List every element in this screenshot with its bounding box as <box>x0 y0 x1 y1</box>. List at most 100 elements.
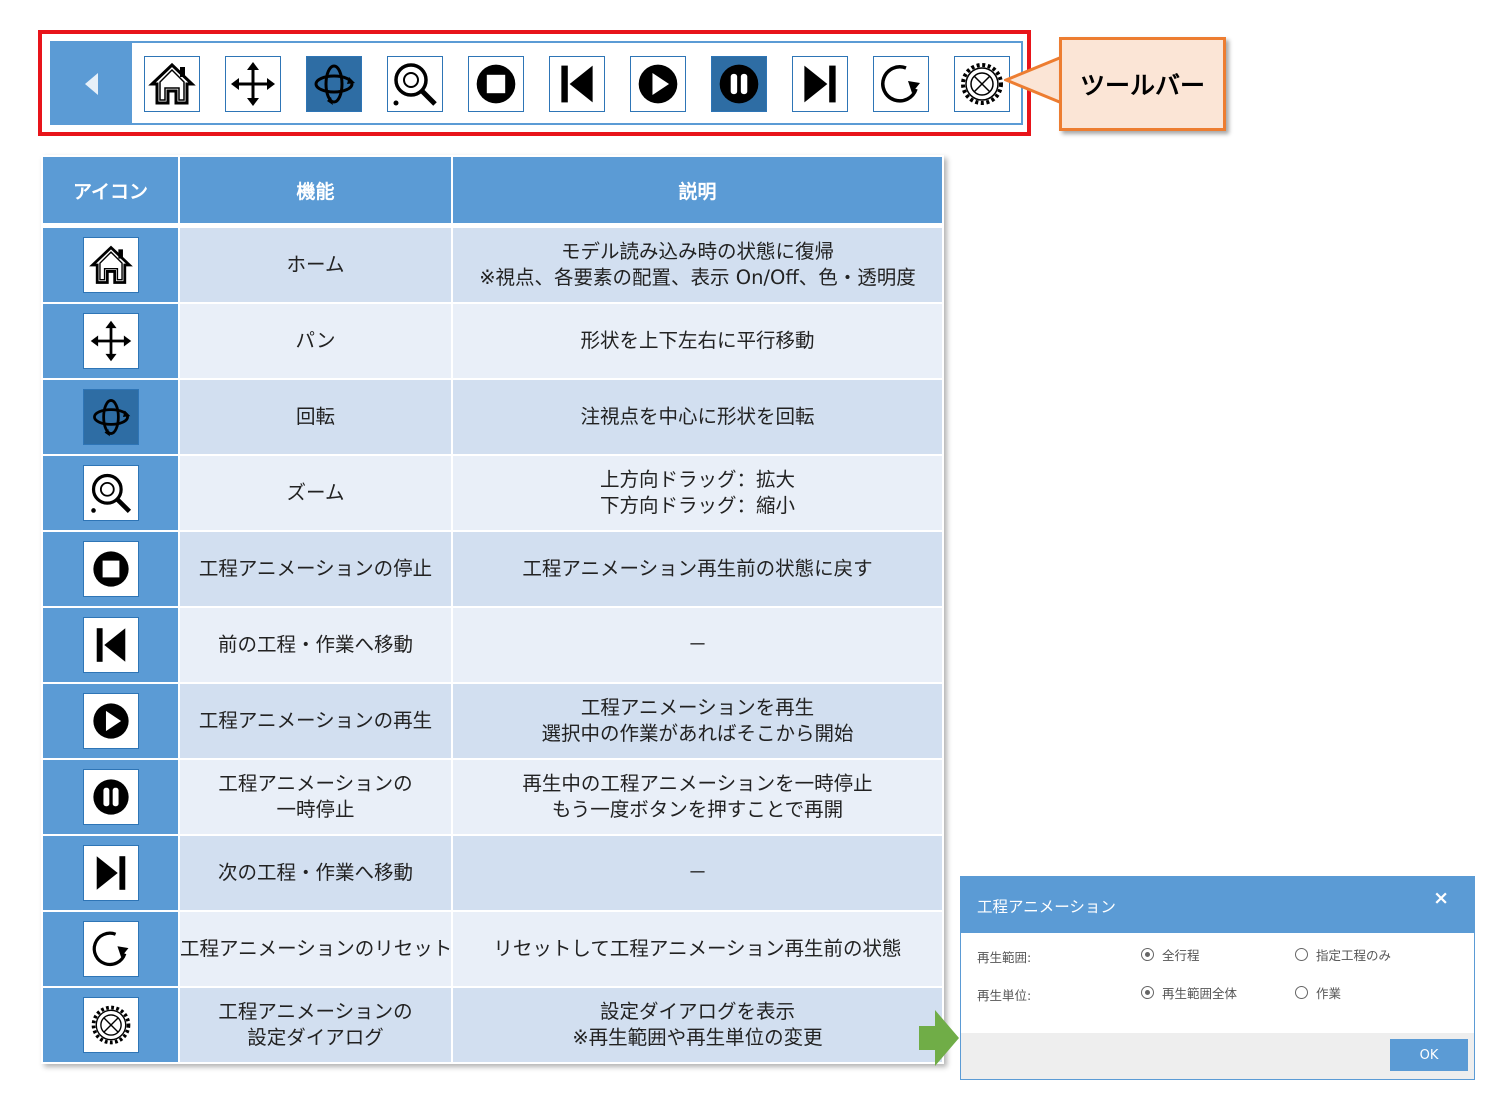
description-text: 工程アニメーション再生前の状態に戻す <box>522 557 873 580</box>
pan-arrows-icon <box>228 59 278 109</box>
next-step-button[interactable] <box>792 56 848 112</box>
range-option-specified-label: 指定工程のみ <box>1316 948 1392 963</box>
function-text: 前の工程・作業へ移動 <box>217 633 413 656</box>
function-text: 工程アニメーションの <box>218 1000 413 1023</box>
reset-button[interactable] <box>873 56 929 112</box>
unit-option-whole[interactable]: 再生範囲全体 <box>1141 983 1237 1002</box>
rotate-icon <box>309 59 359 109</box>
toolbar-legend-table: アイコン 機能 説明 ホーム モデル読み込み時の状態に復帰 ※視点、各要素の配置、… <box>41 155 944 1064</box>
table-row: 工程アニメーションの 設定ダイアログ 設定ダイアログを表示 ※再生範囲や再生単位の変… <box>41 986 944 1064</box>
radio-unchecked-icon <box>1295 948 1308 961</box>
dialog-header: 工程アニメーション × <box>961 877 1474 933</box>
description-text: 上方向ドラッグ：拡大 <box>599 468 795 491</box>
description-text: 選択中の作業があればそこから開始 <box>541 722 854 745</box>
zoom-icon <box>390 59 440 109</box>
animation-settings-dialog: 工程アニメーション × 再生範囲: 全行程 指定工程のみ 再生単位: 再生範囲全… <box>960 876 1475 1080</box>
description-text: モデル読み込み時の状態に復帰 <box>560 240 834 263</box>
toolbar-collapse-button[interactable] <box>52 43 132 123</box>
description-text: － <box>687 633 708 656</box>
unit-option-task[interactable]: 作業 <box>1295 983 1341 1002</box>
stop-button[interactable] <box>468 56 524 112</box>
dialog-title: 工程アニメーション <box>977 898 1116 916</box>
settings-gear-icon <box>82 997 139 1053</box>
function-text: 工程アニメーションのリセット <box>180 937 453 960</box>
home-icon <box>82 237 139 293</box>
radio-checked-icon <box>1141 986 1154 999</box>
chevron-left-icon <box>85 73 98 95</box>
range-option-all-label: 全行程 <box>1162 948 1200 963</box>
rotate-icon <box>82 389 139 445</box>
settings-button[interactable] <box>954 56 1010 112</box>
skip-next-icon <box>797 61 843 107</box>
pan-arrows-icon <box>82 313 139 369</box>
function-text: ズーム <box>286 481 345 504</box>
settings-gear-icon <box>957 59 1007 109</box>
function-text: 工程アニメーションの <box>218 772 413 795</box>
play-button[interactable] <box>630 56 686 112</box>
table-row: 工程アニメーションの再生 工程アニメーションを再生選択中の作業があればそこから開… <box>41 682 944 760</box>
table-row: 工程アニメーションの 一時停止 再生中の工程アニメーションを一時停止 もう一度ボタン… <box>41 758 944 836</box>
function-text: 工程アニメーションの停止 <box>198 557 433 580</box>
stop-icon <box>473 61 519 107</box>
description-text: もう一度ボタンを押すことで再開 <box>551 798 844 821</box>
description-text: － <box>687 861 708 884</box>
skip-next-icon <box>82 845 139 901</box>
toolbar-highlight-frame <box>38 30 1031 136</box>
table-row: ホーム モデル読み込み時の状態に復帰 ※視点、各要素の配置、表示 On/Off、色… <box>41 224 944 304</box>
pause-button[interactable] <box>711 56 767 112</box>
header-function: 機能 <box>178 155 453 228</box>
stop-icon <box>82 541 139 597</box>
rotate-button[interactable] <box>306 56 362 112</box>
pan-button[interactable] <box>225 56 281 112</box>
skip-previous-icon <box>82 617 139 673</box>
description-text: 下方向ドラッグ：縮小 <box>599 494 795 517</box>
table-row: 前の工程・作業へ移動 － <box>41 606 944 684</box>
description-text: 設定ダイアログを表示 <box>599 1000 795 1023</box>
pause-icon <box>716 61 762 107</box>
range-option-specified[interactable]: 指定工程のみ <box>1295 945 1391 964</box>
table-row: 工程アニメーションのリセット リセットして工程アニメーション再生前の状態 <box>41 910 944 988</box>
reset-icon <box>876 59 926 109</box>
description-text: 工程アニメーションを再生 <box>580 696 815 719</box>
ok-button[interactable]: OK <box>1390 1039 1468 1071</box>
function-text: 回転 <box>295 405 335 428</box>
description-text: 形状を上下左右に平行移動 <box>580 329 815 352</box>
reset-icon <box>82 921 139 977</box>
zoom-icon <box>82 465 139 521</box>
unit-option-task-label: 作業 <box>1316 986 1342 1001</box>
home-button[interactable] <box>144 56 200 112</box>
function-text: 設定ダイアログ <box>247 1026 384 1049</box>
play-icon <box>82 693 139 749</box>
playback-range-label: 再生範囲: <box>977 950 1032 965</box>
table-row: 工程アニメーションの停止 工程アニメーション再生前の状態に戻す <box>41 530 944 608</box>
home-icon <box>147 59 197 109</box>
toolbar-callout: ツールバー <box>1059 37 1226 131</box>
function-text: 一時停止 <box>276 798 355 821</box>
table-row: パン 形状を上下左右に平行移動 <box>41 302 944 380</box>
green-arrow-icon <box>919 1010 959 1066</box>
toolbar <box>50 41 1023 125</box>
zoom-button[interactable] <box>387 56 443 112</box>
playback-range-row: 再生範囲: 全行程 指定工程のみ <box>961 943 1474 967</box>
header-description: 説明 <box>451 155 944 228</box>
description-text: ※再生範囲や再生単位の変更 <box>572 1026 823 1049</box>
function-text: 工程アニメーションの再生 <box>198 709 433 732</box>
close-icon[interactable]: × <box>1433 887 1449 909</box>
skip-previous-icon <box>554 61 600 107</box>
description-text: ※視点、各要素の配置、表示 On/Off、色・透明度 <box>479 266 916 289</box>
play-icon <box>635 61 681 107</box>
description-text: リセットして工程アニメーション再生前の状態 <box>493 937 902 960</box>
description-text: 再生中の工程アニメーションを一時停止 <box>522 772 873 795</box>
header-icon: アイコン <box>41 155 180 228</box>
description-text: 注視点を中心に形状を回転 <box>580 405 815 428</box>
pause-icon <box>82 769 139 825</box>
playback-unit-label: 再生単位: <box>977 988 1032 1003</box>
callout-pointer <box>1004 55 1064 105</box>
radio-unchecked-icon <box>1295 986 1308 999</box>
function-text: 次の工程・作業へ移動 <box>217 861 413 884</box>
table-row: 次の工程・作業へ移動 － <box>41 834 944 912</box>
range-option-all[interactable]: 全行程 <box>1141 945 1200 964</box>
playback-unit-row: 再生単位: 再生範囲全体 作業 <box>961 981 1474 1005</box>
previous-step-button[interactable] <box>549 56 605 112</box>
radio-checked-icon <box>1141 948 1154 961</box>
